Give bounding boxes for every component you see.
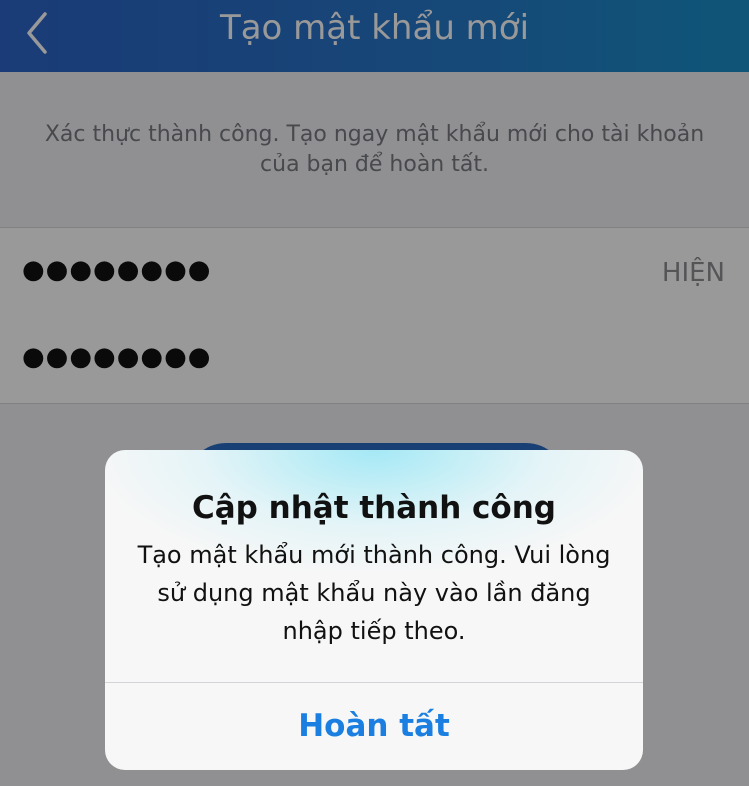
alert-title: Cập nhật thành công [192,490,556,526]
done-button[interactable]: Hoàn tất [105,683,643,770]
alert-message: Tạo mật khẩu mới thành công. Vui lòng sử… [137,541,611,645]
success-alert: Cập nhật thành công Tạo mật khẩu mới thà… [105,450,643,770]
